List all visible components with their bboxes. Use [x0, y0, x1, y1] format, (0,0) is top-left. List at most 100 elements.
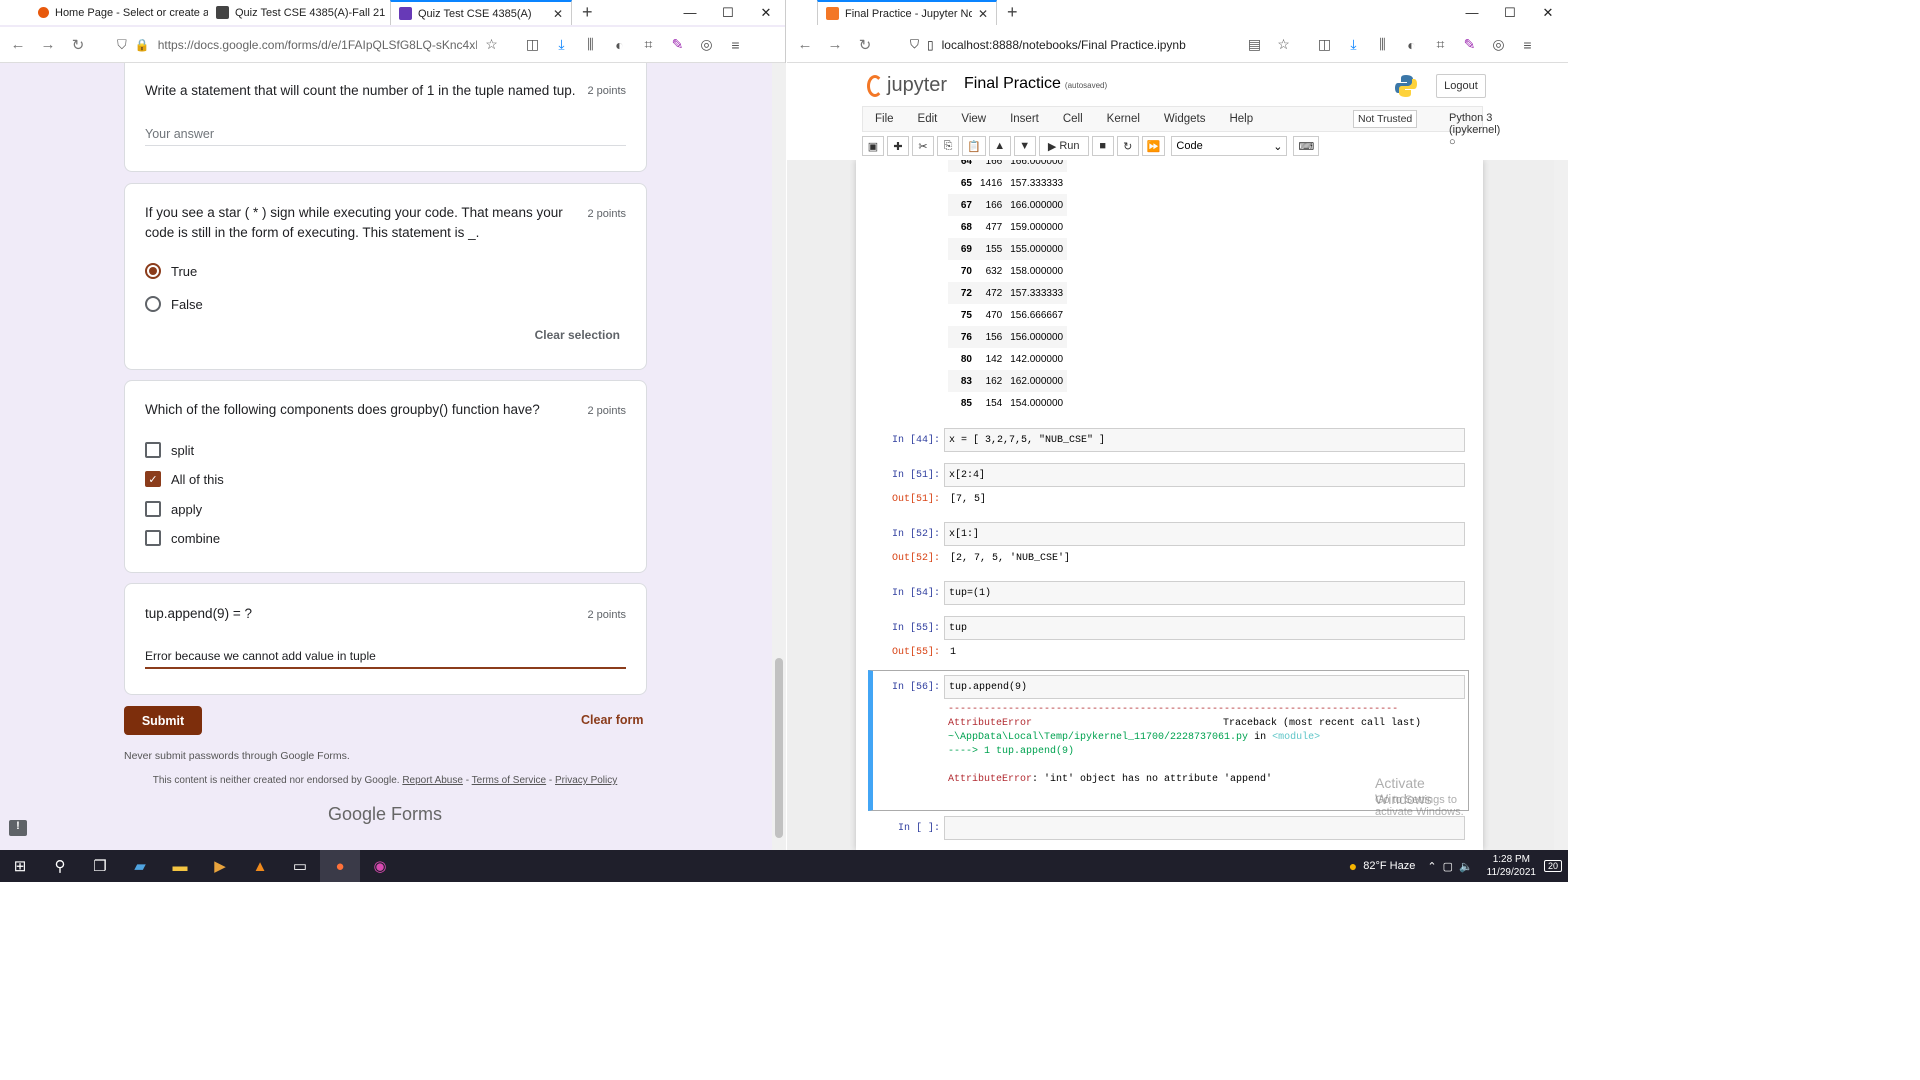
pocket-icon[interactable]: ◫: [1310, 36, 1339, 53]
maximize-icon[interactable]: ☐: [709, 5, 747, 21]
minimize-icon[interactable]: —: [1453, 5, 1491, 20]
menu-view[interactable]: View: [949, 113, 998, 125]
checkbox-option-all[interactable]: ✓ All of this: [145, 471, 224, 487]
volume-icon[interactable]: 🔈: [1459, 860, 1473, 873]
download-icon[interactable]: ⤓: [547, 36, 576, 53]
maximize-icon[interactable]: ☐: [1491, 5, 1529, 21]
vlc-icon[interactable]: ▲: [240, 850, 280, 882]
crop-icon[interactable]: ⌗: [1426, 36, 1455, 53]
checkbox-option-combine[interactable]: combine: [145, 530, 220, 546]
firefox-icon[interactable]: ●: [320, 850, 360, 882]
report-abuse-link[interactable]: Report Abuse: [402, 775, 463, 786]
code-cell[interactable]: tup.append(9): [944, 675, 1465, 699]
menu-file[interactable]: File: [863, 113, 906, 125]
restart-run-all-icon[interactable]: ⏩: [1141, 136, 1166, 156]
library-icon[interactable]: ⫼: [576, 36, 605, 53]
move-up-icon[interactable]: ▲: [988, 136, 1011, 156]
pen-icon[interactable]: ✎: [663, 36, 692, 53]
weather-text[interactable]: 82°F Haze: [1363, 860, 1415, 872]
interrupt-icon[interactable]: ■: [1091, 136, 1114, 156]
extension-icon[interactable]: ◐: [1397, 37, 1426, 53]
code-cell[interactable]: x[2:4]: [944, 463, 1465, 487]
menu-cell[interactable]: Cell: [1051, 113, 1095, 125]
code-cell[interactable]: x[1:]: [944, 522, 1465, 546]
url-bar[interactable]: ⛉ 🔒 https://docs.google.com/forms/d/e/1F…: [117, 37, 477, 53]
radio-button[interactable]: [145, 263, 161, 279]
paste-icon[interactable]: 📋: [962, 136, 986, 156]
bookmark-star-icon[interactable]: ☆: [1269, 36, 1298, 53]
cell-type-select[interactable]: Code ⌄: [1171, 136, 1288, 156]
clock[interactable]: 1:28 PM 11/29/2021: [1479, 853, 1544, 879]
submit-button[interactable]: Submit: [124, 706, 202, 735]
close-tab-icon[interactable]: ✕: [547, 7, 563, 21]
menu-icon[interactable]: ≡: [721, 37, 750, 53]
logout-button[interactable]: Logout: [1436, 74, 1486, 98]
download-icon[interactable]: ⤓: [1339, 36, 1368, 53]
windows-start-icon[interactable]: ⊞: [0, 850, 40, 882]
close-window-icon[interactable]: ✕: [1529, 5, 1567, 21]
scroll-thumb[interactable]: [775, 658, 783, 838]
jupyter-logo[interactable]: jupyter: [867, 74, 947, 97]
checkbox-option-split[interactable]: split: [145, 442, 194, 458]
keyboard-icon[interactable]: ⌨: [1293, 136, 1320, 156]
chevron-up-icon[interactable]: ⌃: [1427, 860, 1436, 873]
move-down-icon[interactable]: ▼: [1013, 136, 1036, 156]
clear-selection-button[interactable]: Clear selection: [535, 328, 620, 342]
code-cell[interactable]: tup=(1): [944, 581, 1465, 605]
menu-insert[interactable]: Insert: [998, 113, 1051, 125]
network-icon[interactable]: ▢: [1443, 860, 1453, 873]
pen-icon[interactable]: ✎: [1455, 36, 1484, 53]
copy-icon[interactable]: ⎘: [937, 136, 959, 156]
menu-help[interactable]: Help: [1217, 113, 1265, 125]
radio-option-true[interactable]: True: [145, 263, 197, 279]
crop-icon[interactable]: ⌗: [634, 36, 663, 53]
tab-quiz-fall[interactable]: Quiz Test CSE 4385(A)-Fall 21 ✕: [208, 0, 390, 25]
cut-icon[interactable]: ✂: [912, 136, 934, 156]
privacy-link[interactable]: Privacy Policy: [555, 775, 617, 786]
menu-edit[interactable]: Edit: [906, 113, 950, 125]
new-tab-icon[interactable]: +: [582, 2, 593, 23]
terminal-icon[interactable]: ▭: [280, 850, 320, 882]
insert-cell-icon[interactable]: ✚: [887, 136, 909, 156]
code-cell[interactable]: tup: [944, 616, 1465, 640]
bookmark-star-icon[interactable]: ☆: [477, 36, 506, 53]
tab-jupyter[interactable]: Final Practice - Jupyter Noteboo ✕: [817, 0, 997, 25]
terms-link[interactable]: Terms of Service: [472, 775, 546, 786]
save-icon[interactable]: ▣: [862, 136, 884, 156]
minimize-icon[interactable]: —: [671, 5, 709, 20]
globe-icon[interactable]: ◎: [692, 36, 721, 53]
clear-form-button[interactable]: Clear form: [581, 713, 644, 727]
checkbox-option-apply[interactable]: apply: [145, 501, 202, 517]
form-scrollbar[interactable]: [772, 63, 786, 850]
forward-icon[interactable]: →: [820, 36, 850, 53]
close-window-icon[interactable]: ✕: [747, 5, 785, 21]
reload-icon[interactable]: ↻: [850, 36, 880, 54]
url-bar[interactable]: ⛉ ▯ localhost:8888/notebooks/Final Pract…: [910, 37, 1240, 52]
restart-icon[interactable]: ↻: [1116, 136, 1139, 156]
search-icon[interactable]: ⚲: [40, 850, 80, 882]
tab-quiz-active[interactable]: Quiz Test CSE 4385(A) ✕: [390, 0, 572, 25]
notebook-name[interactable]: Final Practice: [964, 75, 1061, 92]
back-icon[interactable]: ←: [3, 36, 33, 53]
reader-view-icon[interactable]: ▤: [1240, 36, 1269, 53]
globe-icon[interactable]: ◎: [1484, 36, 1513, 53]
file-explorer-icon[interactable]: ▬: [160, 850, 200, 882]
checkbox-checked[interactable]: ✓: [145, 471, 161, 487]
extension-icon[interactable]: ◐: [605, 37, 634, 53]
library-icon[interactable]: ⫼: [1368, 36, 1397, 53]
code-cell[interactable]: x = [ 3,2,7,5, "NUB_CSE" ]: [944, 428, 1465, 452]
pocket-icon[interactable]: ◫: [518, 36, 547, 53]
tab-home-page[interactable]: Home Page - Select or create a ✕: [0, 0, 208, 25]
checkbox[interactable]: [145, 442, 161, 458]
close-tab-icon[interactable]: ✕: [972, 7, 988, 21]
checkbox[interactable]: [145, 501, 161, 517]
notebook-scrollbar[interactable]: [1554, 160, 1568, 850]
run-button[interactable]: ▶ Run: [1038, 136, 1089, 156]
answer-input[interactable]: Your answer: [145, 127, 626, 146]
answer-input[interactable]: Error because we cannot add value in tup…: [145, 649, 626, 669]
messenger-icon[interactable]: ◉: [360, 850, 400, 882]
not-trusted-button[interactable]: Not Trusted: [1353, 110, 1418, 128]
feedback-icon[interactable]: !: [9, 820, 27, 836]
new-tab-icon[interactable]: +: [1007, 2, 1018, 23]
radio-option-false[interactable]: False: [145, 296, 203, 312]
